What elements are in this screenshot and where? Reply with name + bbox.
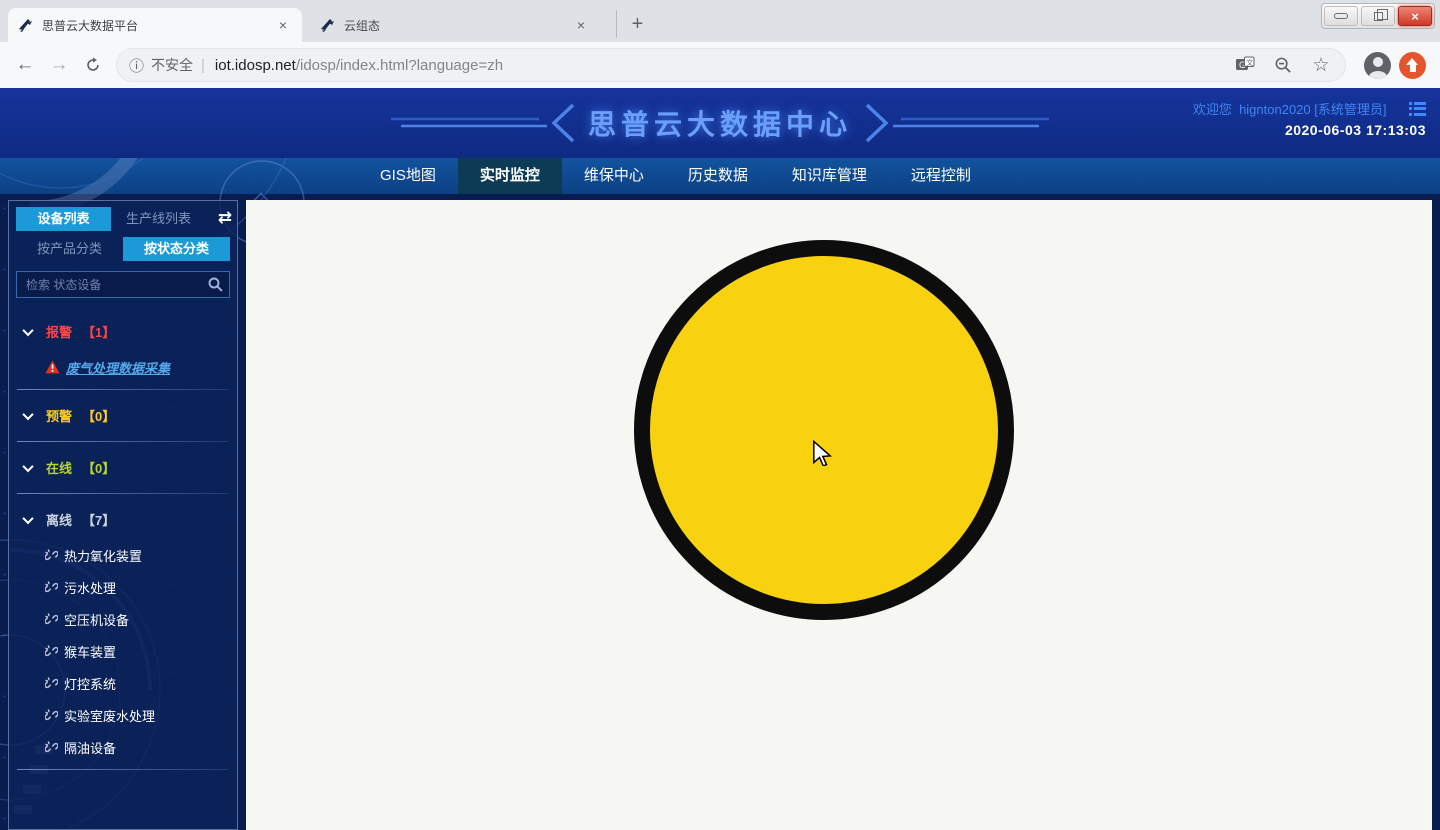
main-nav: GIS地图 实时监控 维保中心 历史数据 知识库管理 远程控制 bbox=[0, 158, 1440, 194]
unlink-icon bbox=[45, 581, 58, 594]
chevron-down-icon bbox=[22, 512, 33, 523]
offline-device-item[interactable]: 污水处理 bbox=[9, 571, 237, 603]
chevron-down-icon bbox=[22, 460, 33, 471]
reload-button[interactable] bbox=[76, 48, 110, 82]
tab-by-product[interactable]: 按产品分类 bbox=[16, 237, 123, 261]
info-icon[interactable]: ⓘ bbox=[129, 55, 144, 76]
chevron-down-icon bbox=[22, 324, 33, 335]
tab-by-status[interactable]: 按状态分类 bbox=[123, 237, 230, 261]
offline-device-item[interactable]: 灯控系统 bbox=[9, 667, 237, 699]
url-host: iot.idosp.net bbox=[215, 57, 296, 74]
divider: | bbox=[201, 57, 205, 74]
title-right-decoration bbox=[864, 103, 1049, 143]
unlink-icon bbox=[45, 645, 58, 658]
divider bbox=[17, 493, 229, 494]
browser-toolbar: ← → ⓘ 不安全 | iot.idosp.net /idosp/index.h… bbox=[0, 42, 1440, 88]
security-label: 不安全 bbox=[151, 55, 193, 75]
unlink-icon bbox=[45, 613, 58, 626]
offline-device-item[interactable]: 空压机设备 bbox=[9, 603, 237, 635]
minimize-button[interactable] bbox=[1324, 6, 1358, 26]
nav-item-remote-control[interactable]: 远程控制 bbox=[889, 158, 993, 194]
offline-device-item[interactable]: 隔油设备 bbox=[9, 731, 237, 763]
device-status-tree: 报警 【1】 废气处理数据采集 预警 【0】 在线 【0】 bbox=[9, 312, 237, 770]
url-path: /idosp/index.html?language=zh bbox=[296, 57, 503, 74]
device-sidebar: 设备列表 生产线列表 ⇄ 按产品分类 按状态分类 报警 【1】 bbox=[8, 200, 238, 830]
address-bar[interactable]: ⓘ 不安全 | iot.idosp.net /idosp/index.html?… bbox=[116, 48, 1346, 82]
group-count: 【1】 bbox=[82, 322, 115, 341]
alarm-device-item[interactable]: 废气处理数据采集 bbox=[9, 351, 237, 383]
nav-item-history-data[interactable]: 历史数据 bbox=[666, 158, 770, 194]
group-count: 【0】 bbox=[82, 458, 115, 477]
tree-group-online[interactable]: 在线 【0】 bbox=[9, 448, 237, 487]
offline-device-item[interactable]: 猴车装置 bbox=[9, 635, 237, 667]
scada-circle-element[interactable] bbox=[634, 240, 1014, 620]
nav-item-realtime-monitor[interactable]: 实时监控 bbox=[458, 158, 562, 194]
browser-tab-strip: 思普云大数据平台 × 云组态 × + × bbox=[0, 0, 1440, 42]
browser-update-icon[interactable] bbox=[1399, 52, 1426, 79]
tree-group-warning[interactable]: 预警 【0】 bbox=[9, 396, 237, 435]
tab-device-list[interactable]: 设备列表 bbox=[16, 207, 111, 231]
new-tab-button[interactable]: + bbox=[616, 10, 644, 38]
title-left-decoration bbox=[391, 103, 576, 143]
main-area: 设备列表 生产线列表 ⇄ 按产品分类 按状态分类 报警 【1】 bbox=[0, 194, 1440, 830]
group-count: 【7】 bbox=[82, 510, 115, 529]
forward-button[interactable]: → bbox=[42, 48, 76, 82]
alarm-warning-icon bbox=[45, 360, 60, 374]
reload-icon bbox=[84, 56, 102, 74]
username: hignton2020 bbox=[1239, 102, 1311, 117]
svg-text:文: 文 bbox=[1246, 58, 1253, 67]
zoom-out-icon[interactable] bbox=[1271, 53, 1295, 77]
back-button[interactable]: ← bbox=[8, 48, 42, 82]
restore-button[interactable] bbox=[1361, 6, 1395, 26]
tab-close-icon[interactable]: × bbox=[572, 16, 590, 34]
unlink-icon bbox=[45, 709, 58, 722]
chevron-down-icon bbox=[22, 408, 33, 419]
app-page: 思普云大数据中心 欢迎您 hignton2020 [系统管理员] 2020-06… bbox=[0, 88, 1440, 830]
group-count: 【0】 bbox=[82, 406, 115, 425]
datetime-display: 2020-06-03 17:13:03 bbox=[1285, 122, 1426, 138]
user-role: [系统管理员] bbox=[1314, 102, 1386, 117]
page-title: 思普云大数据中心 bbox=[588, 103, 852, 143]
site-favicon-icon bbox=[18, 17, 34, 33]
restore-icon bbox=[1374, 12, 1383, 21]
tab-production-line-list[interactable]: 生产线列表 bbox=[111, 207, 206, 231]
welcome-text: 欢迎您 hignton2020 [系统管理员] bbox=[1193, 99, 1387, 118]
unlink-icon bbox=[45, 677, 58, 690]
profile-avatar[interactable] bbox=[1364, 52, 1391, 79]
search-input[interactable] bbox=[16, 271, 230, 298]
app-header: 思普云大数据中心 欢迎您 hignton2020 [系统管理员] 2020-06… bbox=[0, 88, 1440, 158]
browser-tab-inactive[interactable]: 云组态 × bbox=[310, 8, 600, 42]
menu-list-icon[interactable] bbox=[1409, 102, 1427, 116]
divider bbox=[17, 389, 229, 390]
tree-group-alarm[interactable]: 报警 【1】 bbox=[9, 312, 237, 351]
search-icon[interactable] bbox=[208, 277, 223, 292]
nav-item-maintenance-center[interactable]: 维保中心 bbox=[562, 158, 666, 194]
window-controls: × bbox=[1321, 3, 1435, 29]
unlink-icon bbox=[45, 741, 58, 754]
nav-item-knowledge-base[interactable]: 知识库管理 bbox=[770, 158, 889, 194]
tab-title: 云组态 bbox=[344, 17, 572, 34]
close-button[interactable]: × bbox=[1398, 6, 1432, 26]
bookmark-star-icon[interactable]: ☆ bbox=[1309, 53, 1333, 77]
nav-item-gis-map[interactable]: GIS地图 bbox=[358, 158, 458, 194]
mouse-cursor bbox=[811, 440, 833, 466]
browser-tab-active[interactable]: 思普云大数据平台 × bbox=[8, 8, 302, 42]
offline-device-item[interactable]: 实验室废水处理 bbox=[9, 699, 237, 731]
translate-icon[interactable]: G文 bbox=[1233, 53, 1257, 77]
swap-icon[interactable]: ⇄ bbox=[218, 208, 232, 228]
tab-close-icon[interactable]: × bbox=[274, 16, 292, 34]
tab-title: 思普云大数据平台 bbox=[42, 17, 274, 34]
offline-device-item[interactable]: 热力氧化装置 bbox=[9, 539, 237, 571]
scada-canvas[interactable] bbox=[246, 200, 1432, 830]
tree-group-offline[interactable]: 离线 【7】 bbox=[9, 500, 237, 539]
minimize-icon bbox=[1334, 13, 1348, 19]
divider bbox=[17, 441, 229, 442]
site-favicon-icon bbox=[320, 17, 336, 33]
divider bbox=[17, 769, 229, 770]
unlink-icon bbox=[45, 549, 58, 562]
